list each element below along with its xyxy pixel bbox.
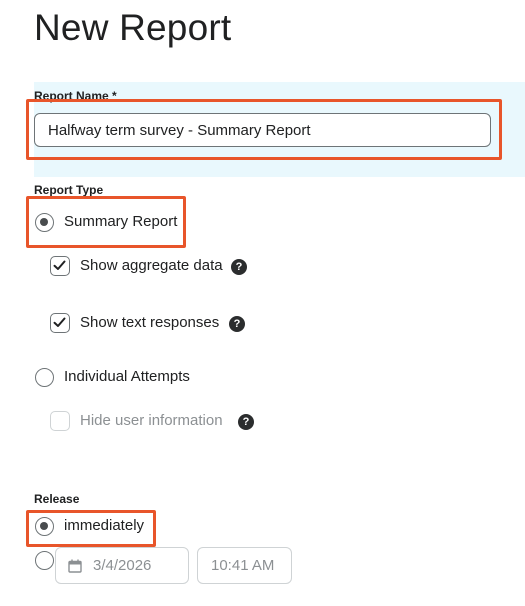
release-immediately-radio[interactable] bbox=[35, 517, 54, 536]
checkmark-icon bbox=[53, 260, 66, 270]
release-time-value: 10:41 AM bbox=[211, 557, 275, 574]
release-scheduled-radio[interactable] bbox=[35, 551, 54, 570]
show-text-responses-label[interactable]: Show text responses bbox=[80, 314, 219, 331]
report-type-label: Report Type bbox=[34, 183, 104, 197]
release-time-input[interactable]: 10:41 AM bbox=[197, 547, 292, 584]
individual-attempts-label[interactable]: Individual Attempts bbox=[64, 368, 190, 385]
summary-report-radio[interactable] bbox=[35, 213, 54, 232]
help-icon[interactable]: ? bbox=[238, 414, 254, 430]
help-icon[interactable]: ? bbox=[231, 259, 247, 275]
report-name-label: Report Name * bbox=[34, 89, 117, 103]
release-label: Release bbox=[34, 492, 80, 506]
show-aggregate-label[interactable]: Show aggregate data bbox=[80, 257, 223, 274]
page-title: New Report bbox=[34, 7, 232, 48]
show-text-responses-checkbox[interactable] bbox=[50, 313, 70, 333]
summary-report-label[interactable]: Summary Report bbox=[64, 213, 177, 230]
hide-user-info-label: Hide user information bbox=[80, 412, 223, 429]
new-report-page: New Report Report Name * Report Type Sum… bbox=[0, 0, 525, 606]
individual-attempts-radio[interactable] bbox=[35, 368, 54, 387]
hide-user-info-checkbox[interactable] bbox=[50, 411, 70, 431]
release-immediately-label[interactable]: immediately bbox=[64, 517, 144, 534]
show-aggregate-checkbox[interactable] bbox=[50, 256, 70, 276]
release-date-value: 3/4/2026 bbox=[93, 557, 152, 574]
release-date-input[interactable]: 3/4/2026 bbox=[55, 547, 189, 584]
checkmark-icon bbox=[53, 317, 66, 327]
report-name-input[interactable] bbox=[34, 113, 491, 147]
calendar-icon bbox=[68, 559, 82, 573]
help-icon[interactable]: ? bbox=[229, 316, 245, 332]
